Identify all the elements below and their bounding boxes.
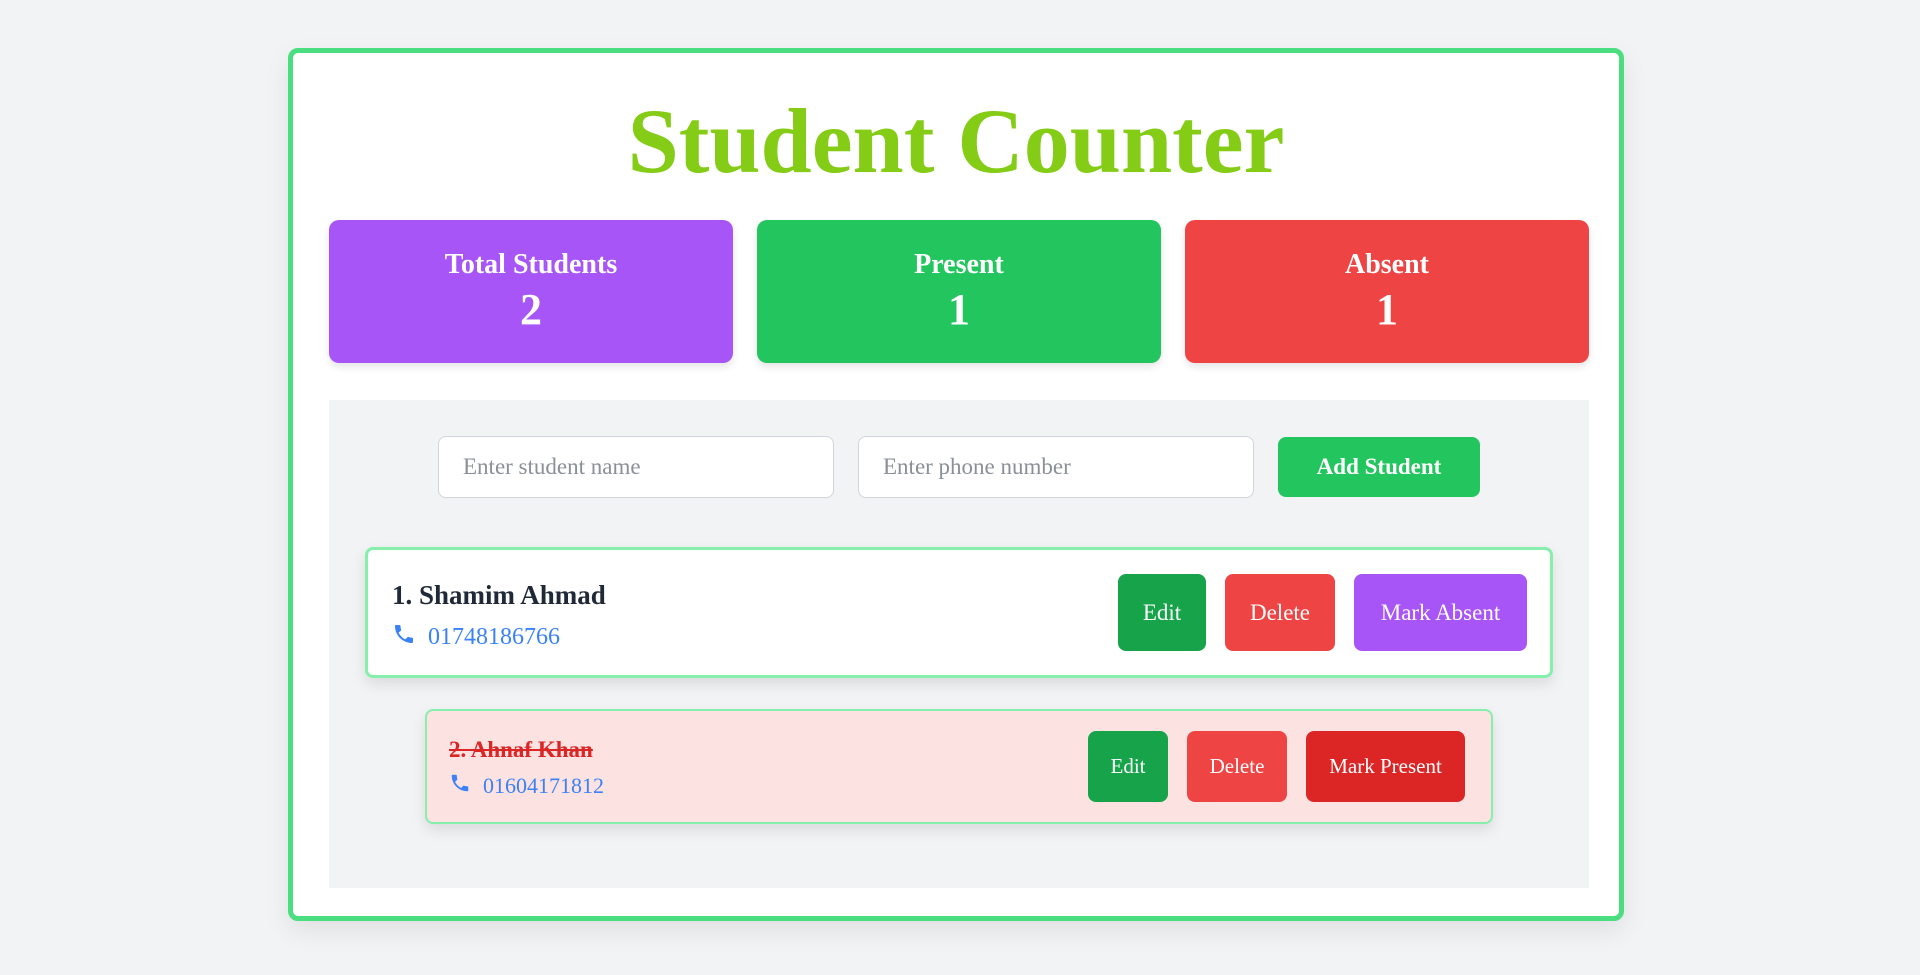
present-count: 1 (948, 284, 970, 334)
student-phone: 01604171812 (449, 772, 604, 800)
student-panel: Add Student 1. Shamim Ahmad 01748186766 … (329, 400, 1589, 888)
absent-card: Absent 1 (1185, 220, 1589, 363)
student-name: 1. Shamim Ahmad (392, 580, 606, 610)
student-phone: 01748186766 (392, 622, 560, 653)
phone-icon (392, 622, 416, 653)
absent-label: Absent (1344, 249, 1429, 280)
student-row-absent: 2. Ahnaf Khan 01604171812 Edit Delete Ma… (425, 709, 1493, 824)
present-label: Present (914, 249, 1004, 280)
student-name: 2. Ahnaf Khan (449, 737, 593, 762)
page-title: Student Counter (627, 90, 1285, 192)
present-card: Present 1 (757, 220, 1161, 363)
mark-present-button[interactable]: Mark Present (1306, 731, 1465, 802)
student-row-present: 1. Shamim Ahmad 01748186766 Edit Delete … (365, 547, 1553, 678)
phone-number-input[interactable] (858, 436, 1254, 498)
student-name-input[interactable] (438, 436, 834, 498)
total-students-label: Total Students (444, 249, 618, 280)
student-phone-number: 01748186766 (428, 624, 560, 650)
mark-absent-button[interactable]: Mark Absent (1354, 574, 1527, 651)
student-counter-card: Student Counter Total Students 2 Present… (288, 48, 1624, 921)
student-phone-number: 01604171812 (483, 773, 604, 798)
add-student-button[interactable]: Add Student (1278, 437, 1480, 497)
edit-button[interactable]: Edit (1088, 731, 1168, 802)
total-students-card: Total Students 2 (329, 220, 733, 363)
phone-icon (449, 772, 471, 800)
absent-count: 1 (1376, 284, 1398, 334)
delete-button[interactable]: Delete (1187, 731, 1287, 802)
edit-button[interactable]: Edit (1118, 574, 1206, 651)
total-students-count: 2 (520, 284, 542, 334)
delete-button[interactable]: Delete (1225, 574, 1335, 651)
